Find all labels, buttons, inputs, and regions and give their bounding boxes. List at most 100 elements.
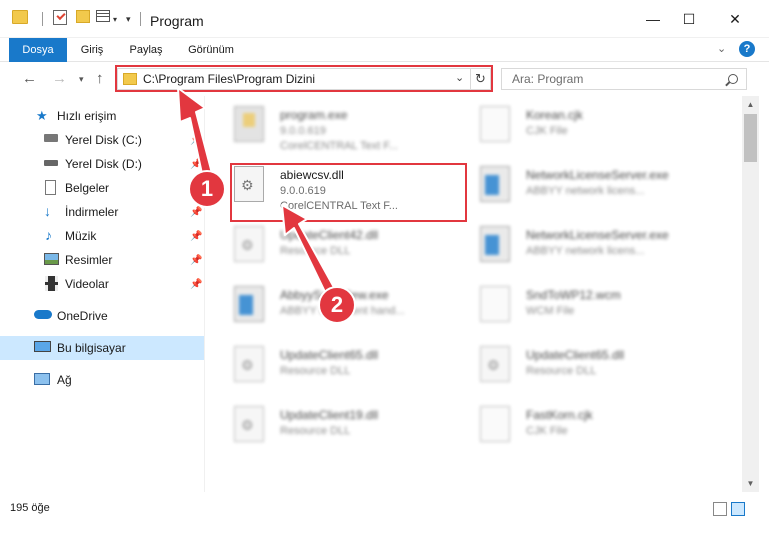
window-icon: [480, 166, 510, 202]
large-icons-view-icon[interactable]: [731, 502, 745, 516]
file-version: 9.0.0.619: [280, 185, 326, 197]
file-item[interactable]: UpdateClient65.dll Resource DLL: [480, 340, 720, 396]
step-2-badge: 2: [318, 286, 356, 324]
sidebar-item-documents[interactable]: Belgeler 📌: [0, 176, 204, 200]
back-arrow-icon[interactable]: ←: [22, 70, 37, 87]
pin-icon[interactable]: 📌: [190, 255, 202, 266]
download-icon: ↓: [44, 203, 51, 219]
file-type: Resource DLL: [280, 365, 351, 377]
folder-icon: [123, 73, 137, 85]
file-type: Resource DLL: [526, 365, 597, 377]
search-icon[interactable]: [728, 74, 738, 84]
up-arrow-icon[interactable]: ↑: [96, 70, 104, 87]
cloud-icon: [34, 310, 52, 319]
sidebar-item-label: Videolar: [65, 277, 109, 291]
file-name: FastKorn.cjk: [526, 408, 593, 422]
file-item[interactable]: NetworkLicenseServer.exe ABBYY network l…: [480, 160, 720, 216]
search-input[interactable]: Ara: Program: [501, 68, 747, 90]
file-item[interactable]: SndToWP12.wcm WCM File: [480, 280, 720, 336]
pin-icon[interactable]: 📌: [190, 231, 202, 242]
doc-icon: [480, 106, 510, 142]
sidebar-item-onedrive[interactable]: OneDrive: [0, 304, 204, 328]
sidebar-item-local-disk-d[interactable]: Yerel Disk (D:) 📌: [0, 152, 204, 176]
sidebar-item-label: İndirmeler: [65, 205, 119, 219]
sidebar-item-label: Müzik: [65, 229, 97, 243]
file-item[interactable]: UpdateClient19.dll Resource DLL: [234, 400, 474, 456]
file-list: program.exe 9.0.0.619 CorelCENTRAL Text …: [206, 96, 742, 492]
recent-locations-icon[interactable]: ▾: [79, 74, 84, 85]
network-icon: [34, 373, 50, 385]
sidebar-item-label: Yerel Disk (D:): [65, 157, 142, 171]
address-bar[interactable]: C:\Program Files\Program Dizini ⌄ ↻: [117, 68, 491, 90]
vertical-scrollbar[interactable]: ▲ ▼: [742, 96, 759, 492]
star-icon: ★: [36, 108, 48, 123]
tab-file[interactable]: Dosya: [9, 38, 67, 62]
file-item[interactable]: Korean.cjk CJK File: [480, 100, 720, 156]
file-version: 9.0.0.619: [280, 125, 326, 137]
file-item[interactable]: UpdateClient65.dll Resource DLL: [234, 340, 474, 396]
file-description: CorelCENTRAL Text F...: [280, 200, 398, 212]
drive-icon: [44, 160, 58, 166]
pin-icon[interactable]: 📌: [190, 279, 202, 290]
customize-toolbar-icon[interactable]: ▾: [126, 10, 131, 28]
sidebar-item-label: Yerel Disk (C:): [65, 133, 142, 147]
sidebar-item-videos[interactable]: Videolar 📌: [0, 272, 204, 296]
scroll-thumb[interactable]: [744, 114, 757, 162]
file-description: ABBYY network licens...: [526, 245, 645, 257]
address-path[interactable]: C:\Program Files\Program Dizini: [143, 72, 315, 86]
expand-ribbon-icon[interactable]: ⌄: [717, 42, 726, 55]
tab-home[interactable]: Giriş: [72, 38, 112, 62]
file-name: UpdateClient19.dll: [280, 408, 379, 422]
file-item-abiewcsv[interactable]: abiewcsv.dll 9.0.0.619 CorelCENTRAL Text…: [234, 160, 474, 216]
sidebar-item-pictures[interactable]: Resimler 📌: [0, 248, 204, 272]
window-icon: [480, 226, 510, 262]
file-type: WCM File: [526, 305, 575, 317]
maximize-button[interactable]: ☐: [666, 0, 712, 38]
close-button[interactable]: ✕: [712, 0, 758, 38]
navigation-pane: ★ Hızlı erişim Yerel Disk (C:) 📌 Yerel D…: [0, 96, 205, 492]
file-item[interactable]: NetworkLicenseServer.exe ABBYY network l…: [480, 220, 720, 276]
search-placeholder: Ara: Program: [512, 72, 584, 86]
pin-icon[interactable]: 📌: [190, 207, 202, 218]
file-item[interactable]: UpdateClient42.dll Resource DLL: [234, 220, 474, 276]
properties-icon[interactable]: [96, 10, 110, 22]
sidebar-item-label: Belgeler: [65, 181, 110, 195]
chevron-down-icon[interactable]: ⌄: [455, 71, 464, 84]
window-icon: [234, 286, 264, 322]
folder-icon[interactable]: [12, 10, 28, 24]
forward-arrow-icon[interactable]: →: [52, 70, 67, 87]
properties-check-icon[interactable]: [53, 10, 67, 25]
file-item[interactable]: FastKorn.cjk CJK File: [480, 400, 720, 456]
separator: [140, 12, 141, 26]
document-icon: [45, 180, 56, 195]
sidebar-item-music[interactable]: ♪ Müzik 📌: [0, 224, 204, 248]
scroll-down-icon[interactable]: ▼: [742, 475, 759, 492]
new-folder-icon[interactable]: [76, 10, 90, 23]
sidebar-item-network[interactable]: Ağ: [0, 368, 204, 392]
file-description: ABBYY network licens...: [526, 185, 645, 197]
sidebar-item-local-disk-c[interactable]: Yerel Disk (C:) 📌: [0, 128, 204, 152]
sidebar-item-quick-access[interactable]: ★ Hızlı erişim: [0, 104, 204, 128]
sidebar-item-this-pc[interactable]: Bu bilgisayar: [0, 336, 204, 360]
refresh-icon[interactable]: ↻: [470, 69, 490, 89]
title-bar: ▾ ▾ Program — ☐ ✕: [0, 0, 769, 38]
file-item[interactable]: program.exe 9.0.0.619 CorelCENTRAL Text …: [234, 100, 474, 156]
doc-icon: [480, 286, 510, 322]
tab-view[interactable]: Görünüm: [180, 38, 242, 62]
chevron-down-icon[interactable]: ▾: [113, 10, 117, 28]
sidebar-item-label: Resimler: [65, 253, 113, 267]
file-type: Resource DLL: [280, 245, 351, 257]
sidebar-item-label: OneDrive: [57, 309, 108, 323]
sidebar-item-downloads[interactable]: ↓ İndirmeler 📌: [0, 200, 204, 224]
pin-icon[interactable]: 📌: [190, 135, 202, 146]
details-view-icon[interactable]: [713, 502, 727, 516]
help-icon[interactable]: ?: [739, 41, 755, 57]
sidebar-item-label: Ağ: [57, 373, 72, 387]
computer-icon: [34, 341, 51, 352]
scroll-up-icon[interactable]: ▲: [742, 96, 759, 113]
sidebar-item-label: Bu bilgisayar: [57, 341, 126, 355]
pictures-icon: [44, 253, 59, 265]
tab-share[interactable]: Paylaş: [122, 38, 170, 62]
file-name: UpdateClient65.dll: [280, 348, 379, 362]
pin-icon[interactable]: 📌: [190, 159, 202, 170]
